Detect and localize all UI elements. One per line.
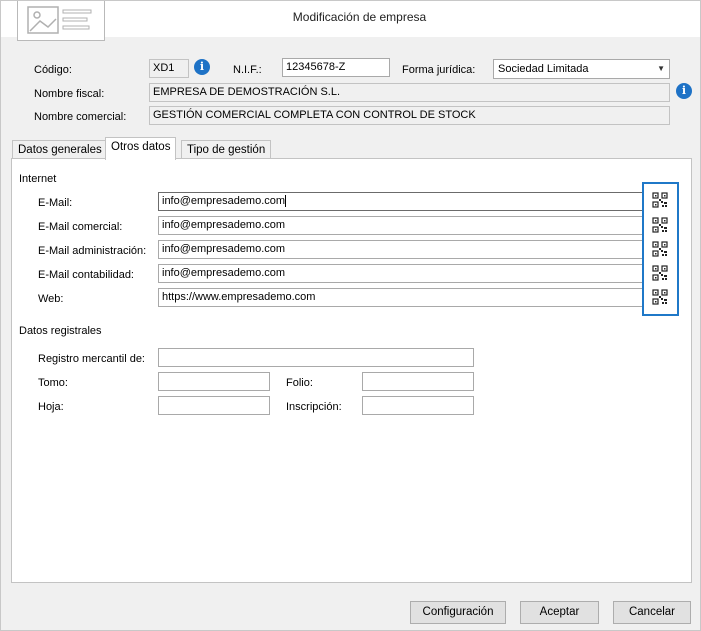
tomo-label: Tomo: [38, 377, 68, 389]
forma-juridica-select[interactable]: Sociedad Limitada ▼ [493, 59, 670, 79]
folio-field[interactable] [362, 372, 474, 391]
cancelar-button[interactable]: Cancelar [613, 601, 691, 624]
hoja-field[interactable] [158, 396, 270, 415]
tab-datos-generales[interactable]: Datos generales [12, 140, 108, 160]
codigo-field[interactable]: XD1 [149, 59, 189, 78]
window-title: Modificación de empresa [292, 10, 427, 24]
qr-code-icon[interactable] [652, 289, 668, 305]
nombre-fiscal-label: Nombre fiscal: [34, 88, 105, 100]
folio-label: Folio: [286, 377, 313, 389]
web-label: Web: [38, 293, 64, 305]
web-field[interactable]: https://www.empresademo.com [158, 288, 644, 307]
email-administracion-label: E-Mail administración: [38, 245, 147, 257]
tab-otros-datos[interactable]: Otros datos [105, 137, 177, 160]
hoja-label: Hoja: [38, 401, 64, 413]
forma-juridica-value: Sociedad Limitada [498, 63, 589, 75]
registro-mercantil-field[interactable] [158, 348, 474, 367]
title-bar: Modificación de empresa ✕ [1, 1, 700, 41]
nombre-fiscal-field[interactable]: EMPRESA DE DEMOSTRACIÓN S.L. [149, 83, 670, 102]
configuracion-button[interactable]: Configuración [410, 601, 506, 624]
email-value: info@empresademo.com [162, 195, 286, 207]
aceptar-button[interactable]: Aceptar [520, 601, 599, 624]
registro-mercantil-label: Registro mercantil de: [38, 353, 145, 365]
qr-code-icon[interactable] [652, 217, 668, 233]
forma-juridica-label: Forma jurídica: [402, 64, 476, 76]
qr-code-icon[interactable] [652, 265, 668, 281]
tab-tipo-de-gestion[interactable]: Tipo de gestión [181, 140, 272, 160]
tomo-field[interactable] [158, 372, 270, 391]
nif-label: N.I.F.: [233, 64, 262, 76]
email-comercial-field[interactable]: info@empresademo.com [158, 216, 644, 235]
dialog-window: Modificación de empresa ✕ Código: XD1 i … [0, 0, 701, 631]
email-contabilidad-label: E-Mail contabilidad: [38, 269, 134, 281]
codigo-label: Código: [34, 64, 72, 76]
qr-code-icon[interactable] [652, 192, 668, 208]
nombre-comercial-label: Nombre comercial: [34, 111, 127, 123]
inscripcion-field[interactable] [362, 396, 474, 415]
email-label: E-Mail: [38, 197, 73, 209]
text-cursor [285, 195, 287, 208]
internet-group-title: Internet [19, 173, 57, 185]
inscripcion-label: Inscripción: [286, 401, 342, 413]
email-contabilidad-field[interactable]: info@empresademo.com [158, 264, 644, 283]
nif-field[interactable]: 12345678-Z [282, 58, 390, 77]
email-comercial-label: E-Mail comercial: [38, 221, 123, 233]
nombre-fiscal-info-icon[interactable]: i [676, 83, 692, 99]
email-administracion-field[interactable]: info@empresademo.com [158, 240, 644, 259]
datos-registrales-title: Datos registrales [19, 325, 102, 337]
chevron-down-icon: ▼ [657, 64, 665, 73]
nombre-comercial-field[interactable]: GESTIÓN COMERCIAL COMPLETA CON CONTROL D… [149, 106, 670, 125]
email-field[interactable]: info@empresademo.com [158, 192, 644, 211]
codigo-info-icon[interactable]: i [194, 59, 210, 75]
qr-code-icon[interactable] [652, 241, 668, 257]
